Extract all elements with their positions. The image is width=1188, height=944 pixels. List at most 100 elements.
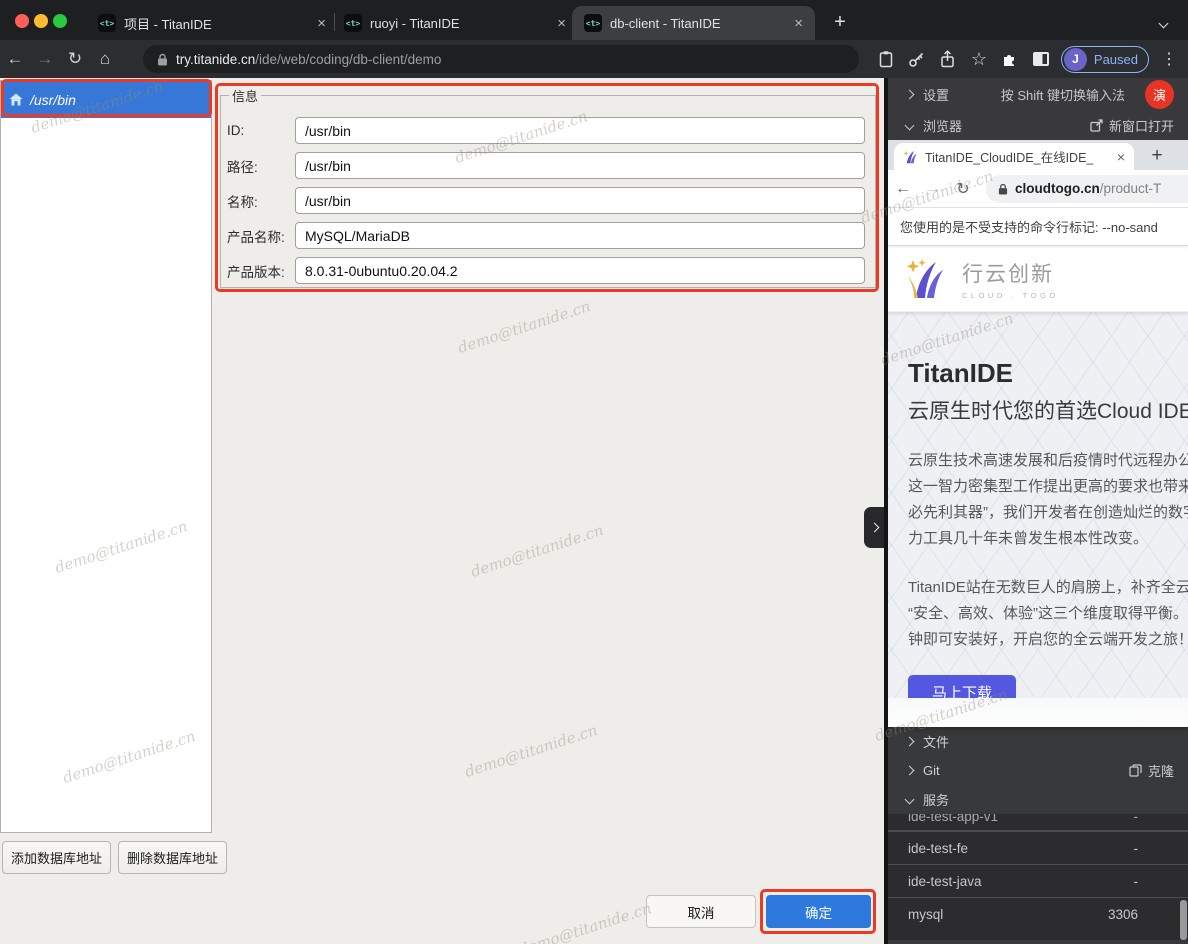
chevron-down-icon [905,120,915,130]
product-version-label: 产品版本: [227,261,295,281]
tab-search-chevron-icon[interactable] [1160,14,1167,32]
service-port: 3306 [1108,907,1138,922]
share-icon[interactable] [937,50,959,68]
cloudtogo-logo-subtext: CLOUD · TOGO [962,291,1059,300]
hero-paragraph-1: 云原生技术高速发展和后疫情时代远程办公等 这一智力密集型工作提出更高的要求也带来… [908,448,1188,552]
page-fade-band [888,698,1188,727]
product-name-label: 产品名称: [227,226,295,246]
profile-paused-pill[interactable]: J Paused [1061,46,1149,73]
url-host: cloudtogo.cn [1015,181,1100,196]
service-row[interactable]: ide-test-app-v1- [888,814,1188,831]
tab-project[interactable]: <t> 项目 - TitanIDE × [98,6,326,40]
files-label: 文件 [923,732,949,751]
product-name-field[interactable] [295,222,865,249]
info-fieldset: 信息 ID: 路径: 名称: 产品名称: 产品版本: [220,86,876,288]
back-icon[interactable]: ← [888,180,918,198]
forward-icon[interactable]: → [30,49,60,69]
path-label: 路径: [227,156,295,176]
database-address-label: /usr/bin [30,92,76,108]
download-now-button[interactable]: 马上下载 [908,675,1016,698]
panel-collapse-handle[interactable] [864,507,884,548]
browser-label: 浏览器 [923,116,962,135]
maximize-window-button[interactable] [53,14,67,28]
chevron-right-icon [905,766,915,776]
browser-toolbar: ← → ↻ ⌂ try.titanide.cn/ide/web/coding/d… [0,40,1188,78]
tab-title: db-client - TitanIDE [610,16,786,31]
id-label: ID: [227,123,295,138]
embedded-tab-title: TitanIDE_CloudIDE_在线IDE_ [925,147,1110,166]
titanide-favicon-icon: <t> [584,14,602,32]
embedded-address-bar[interactable]: cloudtogo.cn/product-T [986,175,1188,203]
services-section-row[interactable]: 服务 [888,785,1188,814]
close-icon[interactable]: × [1117,149,1125,165]
name-field[interactable] [295,187,865,214]
tab-title: 项目 - TitanIDE [124,14,309,33]
cloudtogo-favicon-icon [903,150,918,164]
tab-separator [334,13,335,31]
service-row[interactable]: mysql 3306 [888,897,1188,930]
back-icon[interactable]: ← [0,49,30,69]
browser-window: <t> 项目 - TitanIDE × <t> ruoyi - TitanIDE… [0,0,1188,944]
titanide-hero: TitanIDE 云原生时代您的首选Cloud IDE 云原生技术高速发展和后疫… [888,312,1188,698]
settings-label: 设置 [923,85,949,104]
browser-section-row[interactable]: 浏览器 新窗口打开 [888,110,1188,140]
ok-button[interactable]: 确定 [766,895,871,928]
open-new-window-button[interactable]: 新窗口打开 [1090,116,1174,135]
close-tab-icon[interactable]: × [317,15,326,32]
id-field[interactable] [295,117,865,144]
minimize-window-button[interactable] [34,14,48,28]
new-window-icon [1090,119,1103,132]
flag-warning-bar: 您使用的是不受支持的命令行标记: --no-sand [888,208,1188,246]
menu-kebab-icon[interactable]: ⋮ [1158,49,1180,69]
hero-subtitle: 云原生时代您的首选Cloud IDE [908,395,1188,425]
side-panel-icon[interactable] [1030,51,1052,67]
forward-icon[interactable]: → [918,180,948,198]
tab-ruoyi[interactable]: <t> ruoyi - TitanIDE × [344,6,566,40]
cloudtogo-logo-band: 行云创新 CLOUD · TOGO [888,246,1188,312]
hero-title: TitanIDE [908,358,1188,389]
settings-section-row[interactable]: 设置 按 Shift 键切换输入法 演 [888,78,1188,110]
new-tab-button[interactable]: + [826,8,854,36]
service-row[interactable]: ide-test-fe - [888,831,1188,864]
add-database-address-button[interactable]: 添加数据库地址 [2,841,111,874]
embedded-new-tab-button[interactable]: + [1144,143,1170,169]
services-list: ide-test-app-v1- ide-test-fe - ide-test-… [888,814,1188,940]
clipboard-icon[interactable] [875,50,897,68]
chevron-right-icon [905,737,915,747]
bookmark-star-icon[interactable]: ☆ [968,49,990,70]
files-section-row[interactable]: 文件 [888,727,1188,756]
close-tab-icon[interactable]: × [557,15,566,32]
product-version-field[interactable] [295,257,865,284]
cancel-button[interactable]: 取消 [646,895,756,928]
url-path: /product-T [1100,181,1162,196]
titanide-favicon-icon: <t> [344,14,362,32]
path-field[interactable] [295,152,865,179]
reload-icon[interactable]: ↻ [948,179,978,199]
git-clone-button[interactable]: 克隆 [1129,761,1174,780]
key-icon[interactable] [906,51,928,68]
extensions-puzzle-icon[interactable] [999,51,1021,68]
address-bar[interactable]: try.titanide.cn/ide/web/coding/db-client… [143,45,859,73]
services-label: 服务 [923,790,949,809]
home-icon[interactable]: ⌂ [90,49,120,69]
service-port: - [1134,841,1139,856]
close-tab-icon[interactable]: × [794,15,803,32]
name-label: 名称: [227,191,295,211]
url-path: /ide/web/coding/db-client/demo [255,52,441,67]
demo-badge[interactable]: 演 [1145,80,1174,109]
git-label: Git [923,763,940,778]
close-window-button[interactable] [15,14,29,28]
ide-side-panel: 设置 按 Shift 键切换输入法 演 浏览器 新窗口打开 [884,78,1188,944]
profile-avatar: J [1064,48,1087,71]
database-address-item-selected[interactable]: /usr/bin [1,81,211,118]
tab-db-client-active[interactable]: <t> db-client - TitanIDE × [572,6,815,40]
reload-icon[interactable]: ↻ [60,49,90,69]
service-row[interactable]: ide-test-java - [888,864,1188,897]
tab-strip: <t> 项目 - TitanIDE × <t> ruoyi - TitanIDE… [0,0,1188,40]
scrollbar-thumb[interactable] [1180,900,1187,940]
cloudtogo-logo-text: 行云创新 [962,258,1059,288]
git-section-row[interactable]: Git 克隆 [888,756,1188,785]
delete-database-address-button[interactable]: 删除数据库地址 [118,841,227,874]
home-icon [9,93,23,106]
embedded-tab[interactable]: TitanIDE_CloudIDE_在线IDE_ × [894,143,1134,170]
